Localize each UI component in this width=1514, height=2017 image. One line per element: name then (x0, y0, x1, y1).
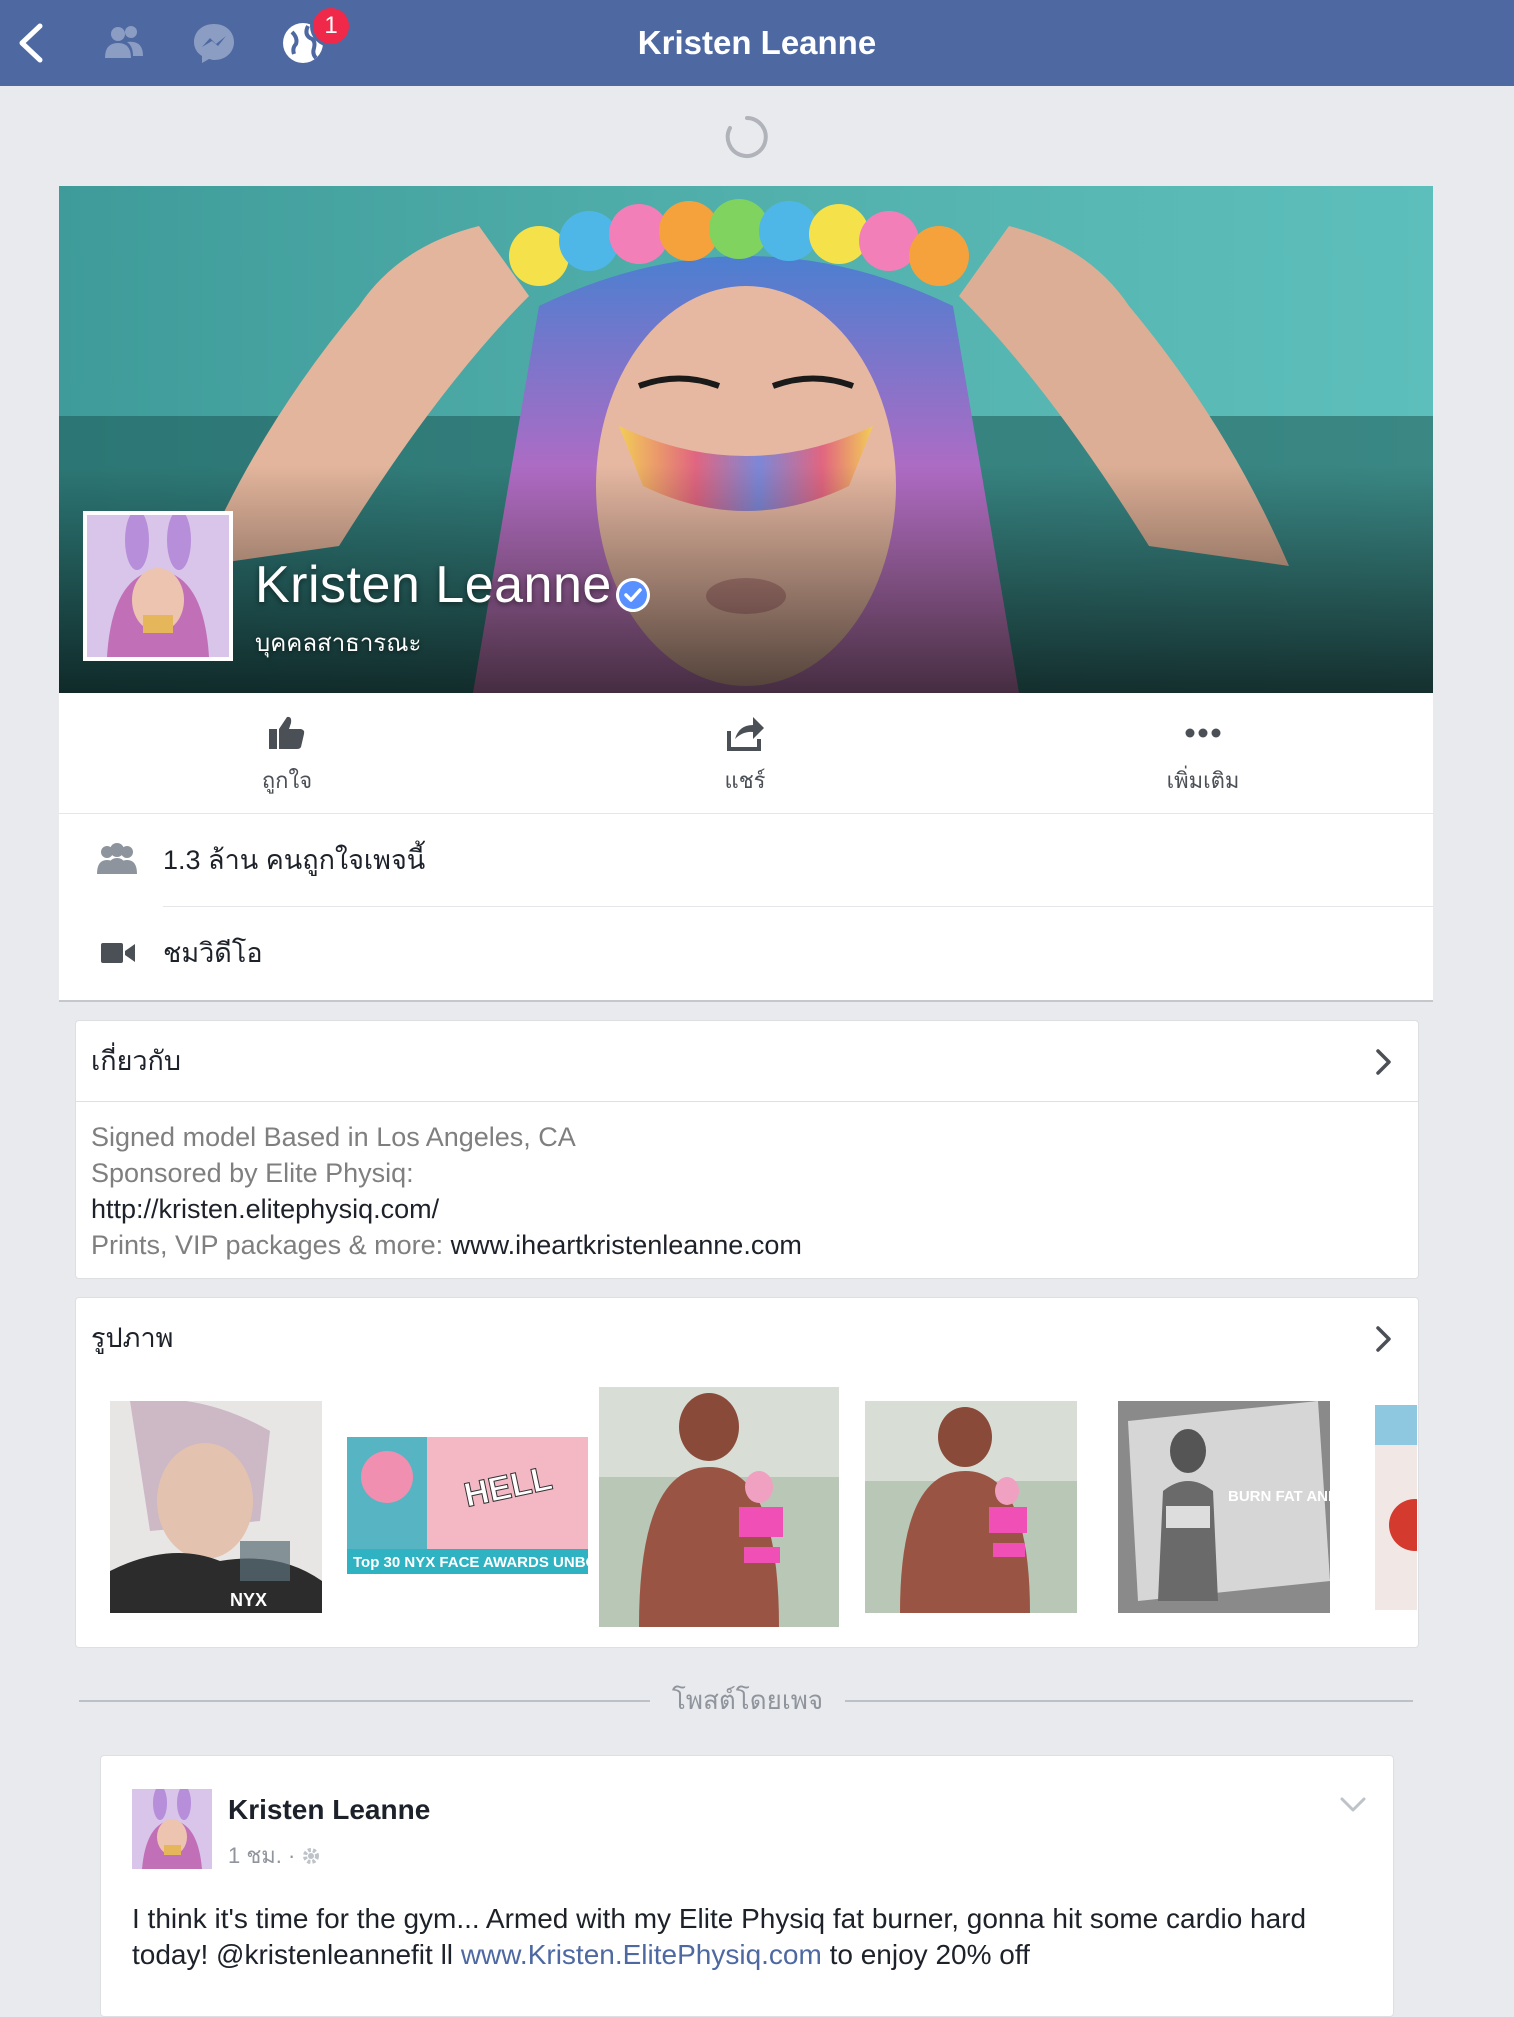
more-icon (1185, 728, 1221, 738)
verified-badge-icon (616, 578, 650, 612)
like-label: ถูกใจ (261, 768, 313, 793)
photo-thumbnail[interactable]: NYX (110, 1401, 322, 1613)
chevron-down-icon[interactable] (1339, 1796, 1367, 1814)
top-nav-bar: 1 Kristen Leanne (0, 0, 1514, 86)
about-description: Signed model Based in Los Angeles, CA Sp… (91, 1119, 802, 1263)
people-icon (97, 843, 137, 874)
videos-link-text: ชมวิดีโอ (163, 938, 263, 968)
shirt-text: NYX (230, 1590, 267, 1610)
videos-row[interactable]: ชมวิดีโอ (59, 907, 1433, 1002)
page-category: บุคคลสาธารณะ (255, 630, 422, 657)
posts-section-label: โพสต์โดยเพจ (650, 1680, 845, 1721)
more-button[interactable]: เพิ่มเติม (1103, 693, 1303, 813)
card-divider (76, 1101, 1418, 1102)
likes-row[interactable]: 1.3 ล้าน คนถูกใจเพจนี้ (59, 814, 1433, 907)
post-time-text: 1 ชม. · (228, 1843, 302, 1868)
likes-count-text: 1.3 ล้าน คนถูกใจเพจนี้ (163, 845, 426, 875)
about-line: Sponsored by Elite Physiq: (91, 1158, 414, 1188)
photo-thumbnail[interactable] (865, 1401, 1077, 1613)
profile-picture[interactable] (83, 511, 233, 661)
chevron-right-icon[interactable] (1374, 1324, 1394, 1354)
about-website-link[interactable]: www.iheartkristenleanne.com (451, 1230, 802, 1260)
about-sponsor-link[interactable]: http://kristen.elitephysiq.com/ (91, 1191, 802, 1227)
page-title: Kristen Leanne (637, 24, 877, 61)
chevron-right-icon[interactable] (1374, 1047, 1394, 1077)
post-text-part: to enjoy 20% off (821, 1939, 1030, 1970)
post-timestamp[interactable]: 1 ชม. · (228, 1838, 321, 1873)
photo-thumbnail[interactable] (599, 1387, 839, 1627)
about-prints-label: Prints, VIP packages & more: (91, 1230, 451, 1260)
video-camera-icon (101, 943, 135, 963)
thumb-caption: Top 30 NYX FACE AWARDS UNBOXING! (353, 1554, 588, 1571)
share-button[interactable]: แชร์ (645, 693, 845, 813)
photos-card: รูปภาพ NYX HELL Top 30 NYX FACE AWARDS U… (75, 1297, 1419, 1648)
more-label: เพิ่มเติม (1166, 768, 1240, 793)
like-icon (269, 716, 305, 749)
photo-thumbnail[interactable]: HELL Top 30 NYX FACE AWARDS UNBOXING! (347, 1437, 588, 1574)
page-action-row: ถูกใจ แชร์ เพิ่มเติม (59, 693, 1433, 814)
page-name-heading: Kristen Leanne (255, 556, 612, 614)
photo-thumbnail[interactable]: BURN FAT AND GET INTO SHAPE (1118, 1401, 1330, 1613)
post-body: I think it's time for the gym... Armed w… (132, 1901, 1332, 1973)
photo-thumbnail[interactable] (1375, 1405, 1417, 1610)
about-title: เกี่ยวกับ (91, 1046, 182, 1076)
photos-title: รูปภาพ (91, 1323, 174, 1353)
share-label: แชร์ (724, 768, 766, 793)
post-author-avatar[interactable] (132, 1789, 212, 1869)
gear-icon (303, 1848, 320, 1864)
like-button[interactable]: ถูกใจ (187, 693, 387, 813)
post-author-name[interactable]: Kristen Leanne (228, 1794, 430, 1826)
about-line: Signed model Based in Los Angeles, CA (91, 1122, 576, 1152)
post-card: Kristen Leanne 1 ชม. · I think it's time… (100, 1755, 1394, 2017)
cover-photo[interactable] (59, 186, 1433, 693)
post-link[interactable]: www.Kristen.ElitePhysiq.com (461, 1939, 822, 1970)
about-card: เกี่ยวกับ Signed model Based in Los Ange… (75, 1020, 1419, 1279)
cover-image (59, 186, 1433, 693)
thumb-caption: BURN FAT AND GET INTO SHAPE (1228, 1488, 1330, 1505)
about-line: Prints, VIP packages & more: www.iheartk… (91, 1227, 802, 1263)
share-icon (727, 717, 764, 751)
loading-spinner-icon (725, 116, 768, 158)
